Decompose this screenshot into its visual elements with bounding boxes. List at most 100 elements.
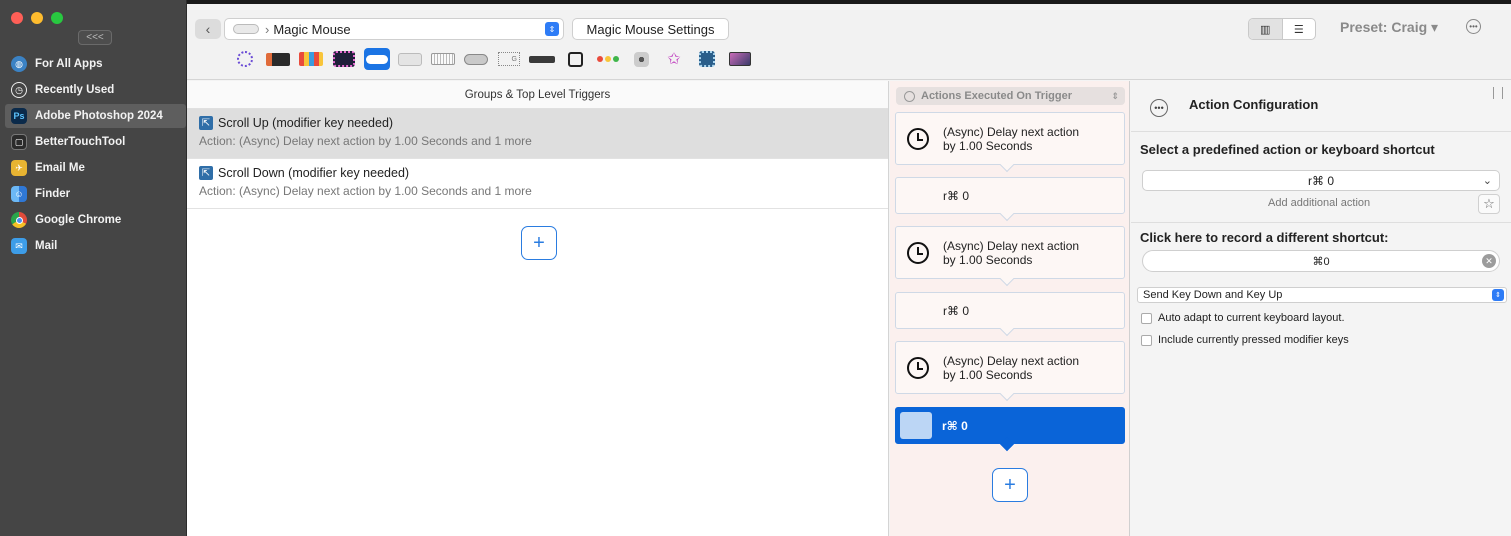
clock-icon: [907, 241, 929, 264]
gear-grid-icon: [699, 51, 715, 67]
action-card[interactable]: (Async) Delay next action by 1.00 Seconds: [895, 341, 1125, 402]
sidebar-item-label: Recently Used: [35, 84, 115, 96]
trigger-description: Action: (Async) Delay next action by 1.0…: [199, 134, 532, 148]
device-tab-magic-mouse[interactable]: [364, 48, 390, 70]
trigger-row[interactable]: ⇱ Scroll Up (modifier key needed) Action…: [187, 109, 888, 159]
remote-icon: [529, 55, 555, 63]
send-mode-select[interactable]: Send Key Down and Key Up ⇕: [1137, 287, 1507, 303]
device-tab-touch-bar[interactable]: [265, 48, 291, 70]
record-shortcut-label[interactable]: Click here to record a different shortcu…: [1140, 230, 1389, 245]
siri-icon: [237, 51, 253, 67]
action-text: (Async) Delay next action: [943, 238, 1080, 253]
device-tab-floating-menus[interactable]: [727, 48, 753, 70]
device-tab-remote[interactable]: [529, 48, 555, 70]
minimize-window-button[interactable]: [31, 12, 43, 24]
sidebar-item-label: Mail: [35, 240, 58, 252]
more-options-icon[interactable]: •••: [1466, 19, 1481, 34]
more-options-icon[interactable]: •••: [1150, 99, 1168, 117]
action-card[interactable]: r⌘ 0: [895, 177, 1125, 222]
sidebar-item-mail[interactable]: ✉ Mail: [5, 234, 186, 258]
clock-icon: [907, 127, 929, 150]
columns-view-icon[interactable]: ▥: [1249, 19, 1283, 39]
shortcut-recorder-field[interactable]: ⌘0 ✕: [1142, 250, 1500, 272]
chrome-icon: [11, 212, 27, 228]
add-action-button[interactable]: +: [992, 468, 1028, 502]
device-type-bar: G ✩: [232, 48, 753, 70]
action-card[interactable]: r⌘ 0: [895, 292, 1125, 337]
action-card[interactable]: (Async) Delay next action by 1.00 Seconds: [895, 112, 1125, 173]
device-tab-trackpad[interactable]: [397, 48, 423, 70]
maximize-window-button[interactable]: [51, 12, 63, 24]
action-text: r⌘ 0: [943, 303, 970, 318]
list-view-icon[interactable]: ☰: [1283, 19, 1316, 39]
device-tab-siri-remote[interactable]: [232, 48, 258, 70]
magic-mouse-settings-button[interactable]: Magic Mouse Settings: [572, 18, 729, 40]
action-card-selected[interactable]: r⌘ 0: [895, 407, 1125, 452]
actions-panel-header[interactable]: Actions Executed On Trigger ⇕: [896, 87, 1125, 105]
device-tab-other[interactable]: [595, 48, 621, 70]
trackpad-icon: [398, 52, 422, 66]
sidebar-item-for-all-apps[interactable]: ◍ For All Apps: [5, 52, 186, 76]
trigger-row[interactable]: ⇱ Scroll Down (modifier key needed) Acti…: [187, 159, 888, 209]
collapse-sidebar-button[interactable]: <<<: [78, 30, 112, 45]
sidebar-item-email-me[interactable]: ✈ Email Me: [5, 156, 186, 180]
triggers-panel: Groups & Top Level Triggers ⇱ Scroll Up …: [187, 81, 889, 536]
sidebar-item-google-chrome[interactable]: Google Chrome: [5, 208, 186, 232]
device-tab-automations[interactable]: ✩: [661, 48, 687, 70]
sidebar-item-bettertouchtool[interactable]: ▢ BetterTouchTool: [5, 130, 186, 154]
auto-adapt-checkbox[interactable]: [1141, 312, 1152, 324]
star-icon[interactable]: ☆: [1478, 194, 1500, 214]
sidebar-item-adobe-photoshop[interactable]: Ps Adobe Photoshop 2024: [5, 104, 186, 128]
actions-header-label: Actions Executed On Trigger: [921, 90, 1072, 102]
device-select[interactable]: › Magic Mouse ⇕: [224, 18, 564, 40]
clock-icon: ◷: [11, 82, 27, 98]
device-tab-stream-deck[interactable]: [298, 48, 324, 70]
send-mode-value: Send Key Down and Key Up: [1143, 289, 1283, 301]
back-button[interactable]: ‹: [195, 19, 221, 39]
app-sidebar: <<< ◍ For All Apps ◷ Recently Used Ps Ad…: [0, 0, 187, 536]
device-tab-automations-triggers[interactable]: [694, 48, 720, 70]
close-window-button[interactable]: [11, 12, 23, 24]
star-icon: ✩: [667, 51, 681, 68]
sidebar-item-label: Finder: [35, 188, 71, 200]
device-tab-keyboard[interactable]: [430, 48, 456, 70]
include-modifiers-checkbox[interactable]: [1141, 334, 1152, 346]
device-tab-midi[interactable]: [628, 48, 654, 70]
clear-icon[interactable]: ✕: [1482, 254, 1496, 268]
touch-bar-icon: [266, 52, 290, 66]
scroll-trigger-icon: ⇱: [199, 116, 213, 130]
predefined-action-value: r⌘ 0: [1307, 173, 1334, 188]
clock-icon: [907, 356, 929, 379]
magic-mouse-icon: [366, 54, 388, 64]
view-mode-toggle[interactable]: ▥ ☰: [1248, 18, 1316, 40]
action-text: r⌘ 0: [943, 188, 970, 203]
preset-selector[interactable]: Preset: Craig ▾: [1340, 19, 1438, 36]
resize-handle[interactable]: [1493, 87, 1503, 99]
action-text: r⌘ 0: [942, 418, 968, 433]
predefined-action-label: Select a predefined action or keyboard s…: [1140, 142, 1435, 157]
predefined-action-select[interactable]: r⌘ 0 ⌄: [1142, 170, 1500, 191]
device-tab-drawings[interactable]: [562, 48, 588, 70]
include-modifiers-label: Include currently pressed modifier keys: [1158, 334, 1349, 346]
divider: [1131, 131, 1511, 132]
action-text: (Async) Delay next action: [943, 124, 1080, 139]
midi-icon: [633, 51, 649, 67]
sidebar-item-label: Google Chrome: [35, 214, 122, 226]
drawing-icon: [567, 51, 583, 67]
device-tab-key-sequences[interactable]: G: [496, 48, 522, 70]
sidebar-item-recently-used[interactable]: ◷ Recently Used: [5, 78, 186, 102]
add-trigger-button[interactable]: +: [521, 226, 557, 260]
keyboard-icon: [431, 53, 455, 65]
trigger-name: Scroll Down (modifier key needed): [218, 166, 410, 180]
mail-icon: ✉: [11, 238, 27, 254]
photoshop-icon: Ps: [11, 108, 27, 124]
device-tab-normal-mouse[interactable]: [463, 48, 489, 70]
auto-adapt-option[interactable]: Auto adapt to current keyboard layout.: [1141, 312, 1345, 324]
include-modifiers-option[interactable]: Include currently pressed modifier keys: [1141, 334, 1349, 346]
add-additional-action-link[interactable]: Add additional action: [1268, 197, 1370, 209]
action-card[interactable]: (Async) Delay next action by 1.00 Seconds: [895, 226, 1125, 287]
device-tab-keypad[interactable]: [331, 48, 357, 70]
sidebar-item-finder[interactable]: ☺ Finder: [5, 182, 186, 206]
action-text: (Async) Delay next action: [943, 353, 1080, 368]
select-stepper-icon: ⇕: [1492, 289, 1504, 301]
